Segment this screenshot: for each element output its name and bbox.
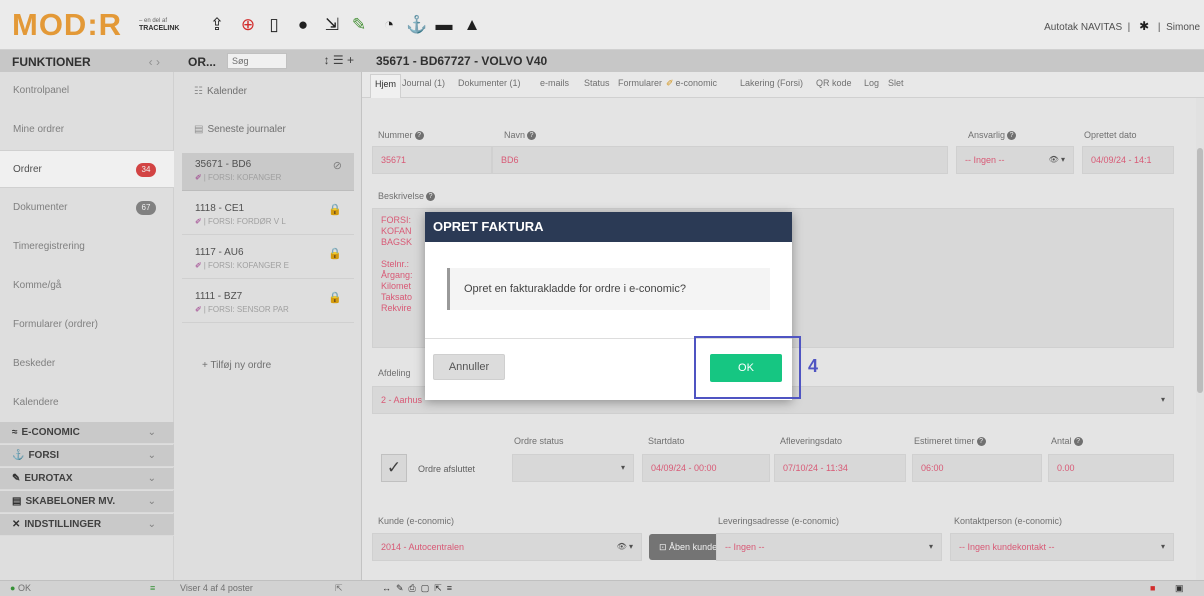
step-number: 4 xyxy=(808,356,819,376)
step-highlight-box xyxy=(694,336,801,399)
dialog-title: OPRET FAKTURA xyxy=(425,212,792,242)
dialog-message: Opret en fakturakladde for ordre i e-con… xyxy=(447,268,770,310)
cancel-button[interactable]: Annuller xyxy=(433,354,505,380)
